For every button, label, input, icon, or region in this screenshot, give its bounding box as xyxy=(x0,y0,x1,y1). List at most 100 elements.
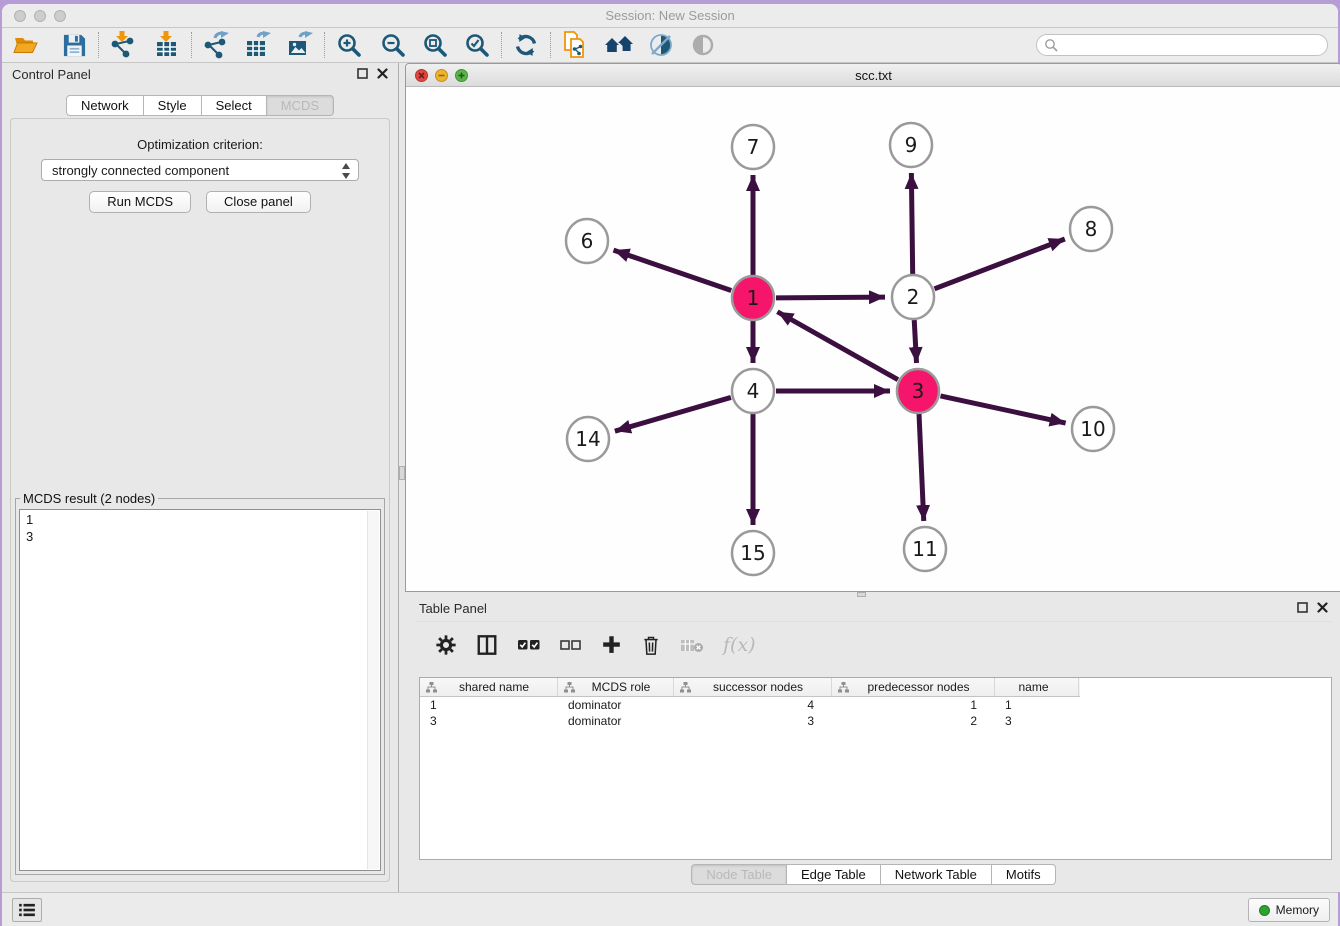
graph-node-7[interactable]: 7 xyxy=(732,125,774,169)
clone-network-button[interactable] xyxy=(559,30,591,60)
select-all-button[interactable] xyxy=(517,636,541,654)
memory-button[interactable]: Memory xyxy=(1248,898,1330,922)
column-header-name[interactable]: name xyxy=(995,678,1079,696)
graph-edge-2-8[interactable] xyxy=(934,239,1064,289)
graph-node-10[interactable]: 10 xyxy=(1072,407,1114,451)
zoom-fit-button[interactable] xyxy=(419,30,451,60)
plus-icon xyxy=(601,634,622,655)
table-cell[interactable]: 4 xyxy=(674,698,832,712)
table-row[interactable]: 3dominator323 xyxy=(420,713,1331,729)
export-network-button[interactable] xyxy=(200,30,232,60)
optimization-criterion-select[interactable]: strongly connected component xyxy=(41,159,359,181)
app-window: Session: New Session xyxy=(2,4,1338,926)
graph-node-2[interactable]: 2 xyxy=(892,275,934,319)
save-session-button[interactable] xyxy=(58,30,90,60)
task-history-button[interactable] xyxy=(12,898,42,922)
function-builder-button[interactable]: f(x) xyxy=(723,634,756,656)
window-titlebar: Session: New Session xyxy=(2,4,1338,28)
toggle-graphics-details-button[interactable] xyxy=(645,30,677,60)
close-panel-button[interactable]: Close panel xyxy=(206,191,311,213)
table-cell[interactable]: 3 xyxy=(420,714,558,728)
graph-edge-1-2[interactable] xyxy=(776,297,885,298)
graph-node-14[interactable]: 14 xyxy=(567,417,609,461)
export-image-button[interactable] xyxy=(284,30,316,60)
tab-select[interactable]: Select xyxy=(202,95,267,116)
graph-edge-2-3[interactable] xyxy=(914,320,916,363)
close-panel-icon[interactable] xyxy=(377,68,388,79)
network-canvas[interactable]: 7 9 6 8 1 2 4 3 14 10 15 11 xyxy=(406,87,1340,591)
graph-node-9[interactable]: 9 xyxy=(890,123,932,167)
search-input[interactable] xyxy=(1062,36,1327,54)
export-table-button[interactable] xyxy=(242,30,274,60)
tab-style[interactable]: Style xyxy=(144,95,202,116)
graph-node-3[interactable]: 3 xyxy=(897,369,939,413)
apply-layout-button[interactable] xyxy=(510,30,542,60)
graph-node-15[interactable]: 15 xyxy=(732,531,774,575)
table-cell[interactable]: dominator xyxy=(558,714,674,728)
add-row-button[interactable] xyxy=(601,634,622,655)
mcds-result-textarea[interactable]: 1 3 xyxy=(19,509,381,871)
zoom-out-button[interactable] xyxy=(377,30,409,60)
memory-status-icon xyxy=(1259,905,1270,916)
graph-edge-3-10[interactable] xyxy=(940,396,1065,423)
zoom-in-button[interactable] xyxy=(333,30,365,60)
graph-edge-2-9[interactable] xyxy=(911,173,912,274)
table-cell[interactable]: 3 xyxy=(674,714,832,728)
search-field[interactable] xyxy=(1036,34,1328,56)
run-mcds-button[interactable]: Run MCDS xyxy=(89,191,191,213)
table-header-row: shared nameMCDS rolesuccessor nodesprede… xyxy=(420,678,1080,697)
import-table-button[interactable] xyxy=(151,30,183,60)
table-cell[interactable]: 1 xyxy=(832,698,995,712)
list-icon xyxy=(18,903,36,917)
table-cell[interactable]: dominator xyxy=(558,698,674,712)
first-neighbors-button[interactable] xyxy=(603,30,635,60)
graph-edge-1-6[interactable] xyxy=(613,250,731,290)
tab-network-table[interactable]: Network Table xyxy=(881,864,992,885)
zoom-selected-icon xyxy=(464,32,490,58)
mcds-result-group: MCDS result (2 nodes) 1 3 xyxy=(15,491,385,875)
graph-edge-3-1[interactable] xyxy=(777,312,898,380)
main-toolbar xyxy=(2,28,1338,63)
float-panel-icon[interactable] xyxy=(1297,602,1308,613)
table-cell[interactable]: 2 xyxy=(832,714,995,728)
delete-rows-button[interactable] xyxy=(641,634,661,656)
table-panel: Table Panel xyxy=(405,597,1340,892)
graph-node-6[interactable]: 6 xyxy=(566,219,608,263)
zoom-out-icon xyxy=(380,32,406,58)
delete-table-button[interactable] xyxy=(680,636,704,654)
graph-node-4[interactable]: 4 xyxy=(732,369,774,413)
result-scrollbar[interactable] xyxy=(367,511,379,869)
tab-node-table[interactable]: Node Table xyxy=(691,864,787,885)
show-hide-eye-button[interactable] xyxy=(687,30,719,60)
column-header-predecessor-nodes[interactable]: predecessor nodes xyxy=(832,678,995,696)
float-panel-icon[interactable] xyxy=(357,68,368,79)
toolbar-separator xyxy=(98,32,99,58)
table-cell[interactable]: 1 xyxy=(420,698,558,712)
toolbar-separator xyxy=(501,32,502,58)
close-panel-icon[interactable] xyxy=(1317,602,1328,613)
tab-edge-table[interactable]: Edge Table xyxy=(787,864,881,885)
open-session-button[interactable] xyxy=(10,30,42,60)
svg-text:10: 10 xyxy=(1080,417,1105,441)
graph-edge-3-11[interactable] xyxy=(919,414,924,521)
zoom-selected-button[interactable] xyxy=(461,30,493,60)
graph-node-11[interactable]: 11 xyxy=(904,527,946,571)
tab-motifs[interactable]: Motifs xyxy=(992,864,1056,885)
graph-node-1[interactable]: 1 xyxy=(732,276,774,320)
tab-mcds[interactable]: MCDS xyxy=(267,95,334,116)
zoom-in-icon xyxy=(336,32,362,58)
table-cell[interactable]: 1 xyxy=(995,698,1079,712)
toolbar-separator xyxy=(191,32,192,58)
table-row[interactable]: 1dominator411 xyxy=(420,697,1331,713)
unselect-all-button[interactable] xyxy=(560,637,582,653)
column-header-successor-nodes[interactable]: successor nodes xyxy=(674,678,832,696)
table-options-button[interactable] xyxy=(435,634,457,656)
tab-network[interactable]: Network xyxy=(66,95,144,116)
show-columns-button[interactable] xyxy=(476,634,498,656)
column-header-MCDS-role[interactable]: MCDS role xyxy=(558,678,674,696)
column-header-shared-name[interactable]: shared name xyxy=(420,678,558,696)
table-cell[interactable]: 3 xyxy=(995,714,1079,728)
import-network-button[interactable] xyxy=(107,30,139,60)
graph-node-8[interactable]: 8 xyxy=(1070,207,1112,251)
graph-edge-4-14[interactable] xyxy=(615,397,731,431)
